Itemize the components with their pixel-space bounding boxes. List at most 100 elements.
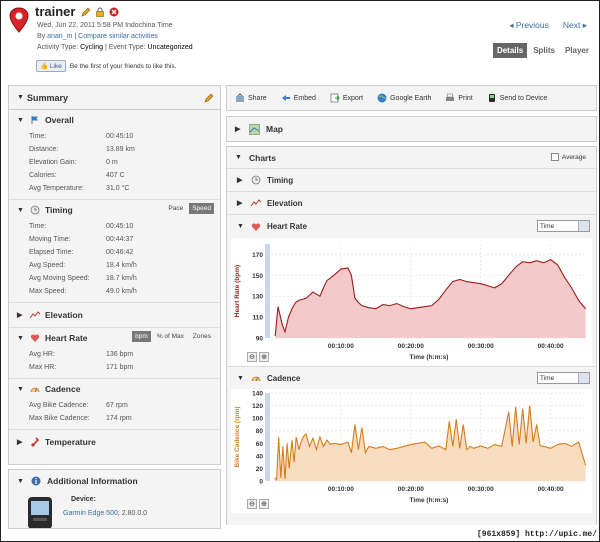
print-button[interactable]: Print [445,93,473,103]
expand-triangle-icon[interactable]: ▶ [17,438,25,446]
elevation-chart-header[interactable]: ▶ Elevation [227,192,596,215]
like-button[interactable]: 👍 Like [36,60,66,72]
summary-header[interactable]: ▼ Summary [9,86,220,110]
collapse-triangle-icon[interactable]: ▼ [237,223,245,230]
stat-row: Distance: 13.89 km [9,143,220,156]
zones-tab[interactable]: Zones [190,331,214,342]
zoom-in-icon[interactable]: ⊕ [259,499,269,509]
zoom-out-icon[interactable]: ⊖ [247,499,257,509]
timing-chart-header[interactable]: ▶ Timing [227,169,596,192]
map-title: Map [266,124,283,134]
map-section-header[interactable]: ▶ Map [226,116,597,142]
share-button[interactable]: Share [235,93,267,103]
edit-pencil-icon[interactable] [81,7,91,17]
author-link[interactable]: anan_m [47,33,72,40]
collapse-triangle-icon[interactable]: ▼ [17,117,25,124]
device-label: Device: [71,496,96,503]
y-tick-label: 150 [252,273,263,280]
collapse-triangle-icon[interactable]: ▼ [17,478,25,485]
stat-value: 49.0 km/h [106,288,137,295]
collapse-triangle-icon[interactable]: ▼ [235,154,243,161]
cadence-plot: 0 20 40 60 80 100 120 140 00:10:00 00:20:00 00:30:… [231,389,592,513]
send-to-device-label: Send to Device [499,94,548,102]
collapse-triangle-icon[interactable]: ▼ [237,375,245,382]
x-tick-label: 00:10:00 [328,486,354,493]
collapse-triangle-icon[interactable]: ▼ [17,386,25,393]
lock-icon[interactable] [95,7,105,17]
speed-tab[interactable]: Speed [189,203,214,214]
average-toggle[interactable]: Average [550,153,586,161]
activity-type-value[interactable]: Cycling [80,44,103,51]
heart-rate-plot: 90 110 130 150 170 00:10:00 00:20:00 00:30:00 00… [231,238,592,366]
event-type-label: | Event Type: [103,44,148,51]
activity-title[interactable]: trainer [35,4,75,19]
google-earth-button[interactable]: Google Earth [377,93,431,103]
collapse-triangle-icon[interactable]: ▼ [17,335,25,342]
stat-row: Elapsed Time: 00:46:42 [9,246,220,259]
y-tick-label: 40 [256,453,264,460]
percent-max-tab[interactable]: % of Max [154,331,187,342]
additional-info-header[interactable]: ▼ Additional Information [9,470,220,492]
expand-triangle-icon[interactable]: ▶ [235,125,243,133]
compare-similar-link[interactable]: Compare similar activities [78,33,158,40]
expand-triangle-icon[interactable]: ▶ [237,199,245,207]
facebook-like: 👍 Like Be the first of your friends to l… [36,60,176,72]
stat-label: Time: [29,223,47,230]
x-axis-label: Time (h:m:s) [410,354,449,361]
collapse-triangle-icon[interactable]: ▼ [17,207,25,214]
map-pin-icon [9,7,29,33]
cadence-chart-header[interactable]: ▼ Cadence Time [227,366,596,389]
export-label: Export [342,94,364,102]
stat-row: Avg Temperature: 31.0 °C [9,182,220,195]
y-tick-label: 140 [252,391,263,398]
stat-label: Elevation Gain: [29,159,77,166]
collapse-triangle-icon[interactable]: ▼ [17,94,25,101]
zoom-out-icon[interactable]: ⊖ [247,352,257,362]
temperature-header[interactable]: ▶ Temperature [9,432,220,452]
export-button[interactable]: Export [330,93,363,103]
clock-icon [30,205,40,215]
edit-pencil-icon[interactable] [204,93,214,103]
delete-icon[interactable] [109,7,119,17]
pace-tab[interactable]: Pace [165,203,186,214]
heart-rate-chart-header[interactable]: ▼ Heart Rate Time [227,215,596,238]
x-tick-label: 00:40:00 [538,343,564,350]
summary-panel: ▼ Summary ▼ Overall Time: 00:45:10 Distan… [8,85,221,465]
hr-xaxis-select[interactable]: Time [537,220,590,232]
print-label: Print [458,94,473,102]
device-name-link[interactable]: Garmin Edge 500 [63,510,118,517]
stat-row: Avg Bike Cadence: 67 rpm [9,399,220,412]
cadence-header[interactable]: ▼ Cadence [9,379,220,399]
expand-triangle-icon[interactable]: ▶ [17,311,25,319]
tab-details[interactable]: Details [492,43,528,58]
y-tick-label: 110 [253,315,264,322]
activity-header: trainer Wed, Jun 22, 2011 5:58 PM Indoch… [1,1,599,79]
tab-splits[interactable]: Splits [529,43,559,58]
elevation-header[interactable]: ▶ Elevation [9,305,220,325]
charts-header[interactable]: ▼ Charts Average [227,147,596,169]
additional-info-title: Additional Information [47,476,138,486]
range-strip [265,244,270,338]
expand-triangle-icon[interactable]: ▶ [237,176,245,184]
overall-header[interactable]: ▼ Overall [9,110,220,130]
like-text: Be the first of your friends to like thi… [69,62,177,70]
next-link[interactable]: Next ▸ [563,20,587,31]
send-to-device-button[interactable]: Send to Device [487,93,547,103]
flag-icon [31,116,38,124]
average-checkbox[interactable] [550,153,559,161]
bpm-tab[interactable]: bpm [132,331,151,342]
range-strip [265,393,270,481]
tab-player[interactable]: Player [561,43,593,58]
thumbs-up-icon: 👍 [40,63,49,70]
previous-link[interactable]: ◂ Previous [509,20,549,31]
stat-label: Max Speed: [29,288,67,295]
series-area [275,259,586,338]
event-type-value[interactable]: Uncategorized [148,44,193,51]
device-version: , 2.80.0.0 [117,510,148,517]
y-tick-label: 130 [252,294,263,301]
cadence-xaxis-select[interactable]: Time [537,372,590,384]
stat-value: 00:46:42 [106,249,134,256]
zoom-in-icon[interactable]: ⊕ [259,352,269,362]
additional-info-panel: ▼ Additional Information Device: Garmin … [8,469,221,529]
embed-button[interactable]: Embed [281,93,316,103]
